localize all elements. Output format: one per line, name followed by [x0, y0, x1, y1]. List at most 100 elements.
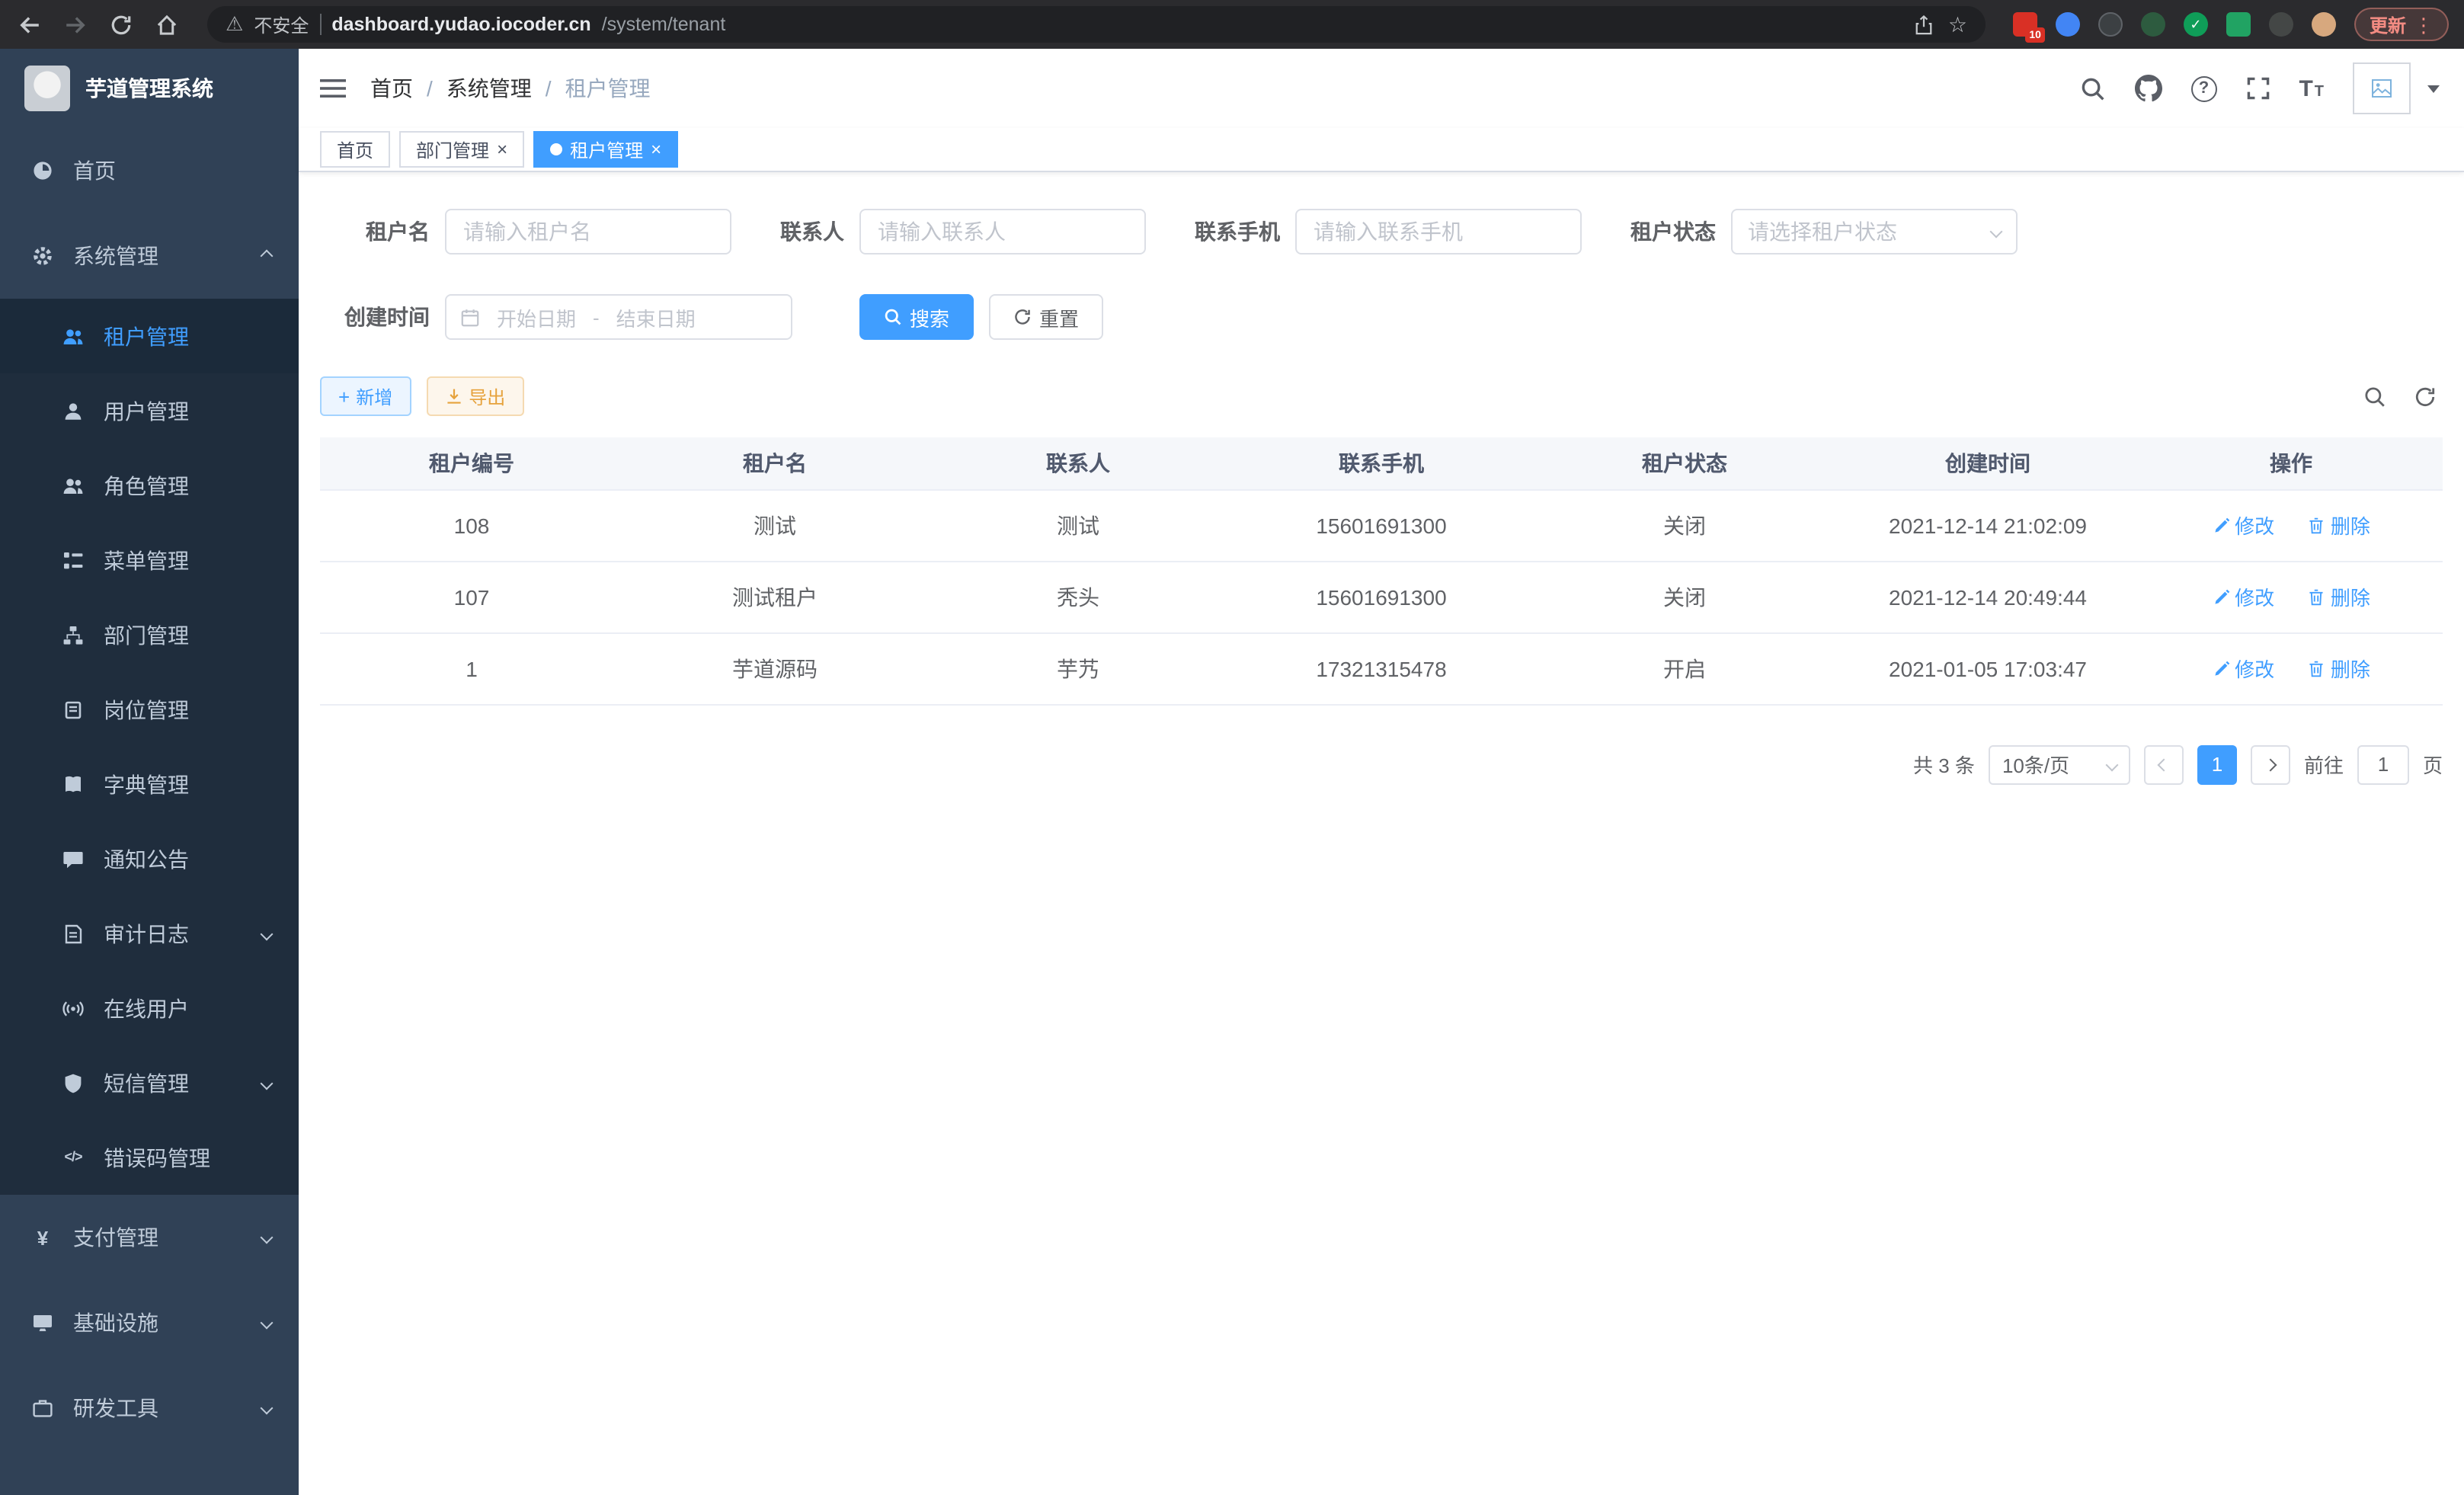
breadcrumb-item[interactable]: 系统管理 [446, 73, 532, 104]
pagination: 共 3 条 10条/页 1 前往 页 [320, 744, 2443, 821]
page-number-1[interactable]: 1 [2197, 744, 2237, 784]
update-label: 更新 [2370, 11, 2406, 37]
caret-down-icon[interactable] [2427, 85, 2440, 92]
tab-label: 部门管理 [416, 136, 489, 162]
sidebar-item-menu[interactable]: 菜单管理 [0, 523, 299, 597]
address-bar[interactable]: ⚠ 不安全 dashboard.yudao.iocoder.cn /system… [207, 6, 1986, 43]
app: 芋道管理系统 首页 系统管理 租户管理 [0, 49, 2464, 1495]
extension-icon-red[interactable]: 10 [2013, 12, 2037, 37]
close-icon[interactable]: × [651, 140, 661, 158]
hide-search-button[interactable] [2363, 385, 2386, 408]
status-select[interactable]: 请选择租户状态 [1731, 209, 2018, 255]
goto-page-input[interactable] [2357, 744, 2409, 784]
logo[interactable]: 芋道管理系统 [0, 49, 299, 128]
search-icon[interactable] [2079, 75, 2105, 101]
sidebar-item-label: 通知公告 [104, 844, 189, 874]
sidebar-item-dict[interactable]: 字典管理 [0, 747, 299, 821]
extension-icon-darkgreen[interactable] [2141, 12, 2165, 37]
tab-home[interactable]: 首页 [320, 131, 390, 168]
sidebar-item-online-user[interactable]: 在线用户 [0, 971, 299, 1045]
github-icon[interactable] [2134, 75, 2162, 102]
user-icon [61, 399, 85, 423]
dashboard-icon [30, 158, 55, 183]
share-icon[interactable] [1910, 11, 1938, 38]
profile-avatar[interactable] [2312, 12, 2336, 37]
kebab-menu-icon[interactable]: ⋮ [2414, 14, 2434, 34]
sidebar-item-role[interactable]: 角色管理 [0, 448, 299, 523]
browser-forward-icon[interactable] [61, 11, 88, 38]
search-button[interactable]: 搜索 [859, 294, 974, 340]
delete-link[interactable]: 删除 [2308, 511, 2370, 539]
sidebar-item-label: 在线用户 [104, 993, 189, 1023]
contact-input[interactable] [859, 209, 1146, 255]
sidebar-item-sms[interactable]: 短信管理 [0, 1045, 299, 1120]
sidebar-item-label: 部门管理 [104, 619, 189, 650]
browser-update-button[interactable]: 更新 ⋮ [2354, 8, 2449, 41]
cell-id: 107 [320, 561, 623, 632]
sidebar-item-dev-tools[interactable]: 研发工具 [0, 1365, 299, 1451]
sidebar-item-user[interactable]: 用户管理 [0, 373, 299, 448]
extension-icon-green-square[interactable] [2226, 12, 2251, 37]
sidebar-item-audit-log[interactable]: 审计日志 [0, 896, 299, 971]
calendar-icon [460, 307, 480, 327]
sidebar-item-error-code[interactable]: </> 错误码管理 [0, 1120, 299, 1195]
browser-home-icon[interactable] [152, 11, 180, 38]
breadcrumb-item-current: 租户管理 [565, 73, 651, 104]
phone-input[interactable] [1295, 209, 1582, 255]
breadcrumb-item[interactable]: 首页 [370, 73, 413, 104]
extension-icon-gray[interactable] [2269, 12, 2293, 37]
prev-page-button[interactable] [2144, 744, 2184, 784]
extension-icon-blue[interactable] [2056, 12, 2080, 37]
sidebar-item-system[interactable]: 系统管理 [0, 213, 299, 299]
fullscreen-icon[interactable] [2245, 76, 2270, 101]
cell-name: 测试租户 [623, 561, 926, 632]
sidebar-item-notice[interactable]: 通知公告 [0, 821, 299, 896]
sidebar-item-label: 首页 [73, 155, 116, 186]
sidebar-item-tenant[interactable]: 租户管理 [0, 299, 299, 373]
chevron-down-icon [262, 1078, 271, 1087]
delete-link[interactable]: 删除 [2308, 582, 2370, 611]
tab-label: 首页 [337, 136, 373, 162]
extension-icon-green-check[interactable]: ✓ [2184, 12, 2208, 37]
sidebar-item-dept[interactable]: 部门管理 [0, 597, 299, 672]
chevron-down-icon [262, 929, 271, 938]
next-page-button[interactable] [2251, 744, 2290, 784]
sidebar-item-label: 错误码管理 [104, 1142, 210, 1173]
sidebar-item-post[interactable]: 岗位管理 [0, 672, 299, 747]
browser-reload-icon[interactable] [107, 11, 134, 38]
date-range-picker[interactable]: 开始日期 - 结束日期 [445, 294, 792, 340]
browser-back-icon[interactable] [15, 11, 43, 38]
hamburger-icon[interactable] [320, 78, 346, 99]
user-avatar[interactable] [2353, 62, 2411, 114]
tenant-name-label: 租户名 [344, 216, 430, 247]
add-button[interactable]: + 新增 [320, 376, 411, 416]
plus-icon: + [338, 386, 350, 406]
reset-button[interactable]: 重置 [989, 294, 1103, 340]
edit-link[interactable]: 修改 [2212, 654, 2274, 683]
help-icon[interactable]: ? [2190, 75, 2216, 101]
sidebar-item-label: 菜单管理 [104, 545, 189, 575]
font-size-icon[interactable]: T T [2299, 77, 2324, 100]
export-button[interactable]: 导出 [426, 376, 523, 416]
sidebar-item-infra[interactable]: 基础设施 [0, 1280, 299, 1365]
extension-icon-dark[interactable] [2098, 12, 2123, 37]
tenant-name-input[interactable] [445, 209, 731, 255]
delete-link[interactable]: 删除 [2308, 654, 2370, 683]
url-path: /system/tenant [602, 14, 726, 35]
page-size-select[interactable]: 10条/页 [1989, 744, 2130, 784]
bookmark-star-icon[interactable]: ☆ [1948, 14, 1967, 35]
close-icon[interactable]: × [497, 140, 507, 158]
tab-tenant[interactable]: 租户管理 × [533, 131, 678, 168]
sidebar-item-payment[interactable]: ¥ 支付管理 [0, 1195, 299, 1280]
cell-id: 108 [320, 489, 623, 561]
cell-status: 关闭 [1533, 489, 1836, 561]
url-domain: dashboard.yudao.iocoder.cn [331, 14, 590, 35]
edit-link[interactable]: 修改 [2212, 511, 2274, 539]
tab-dept[interactable]: 部门管理 × [399, 131, 524, 168]
people-icon [61, 324, 85, 348]
cell-actions: 修改 删除 [2139, 632, 2443, 704]
edit-link[interactable]: 修改 [2212, 582, 2274, 611]
refresh-button[interactable] [2414, 385, 2437, 408]
sidebar-item-home[interactable]: 首页 [0, 128, 299, 213]
edit-label: 修改 [2235, 654, 2274, 683]
